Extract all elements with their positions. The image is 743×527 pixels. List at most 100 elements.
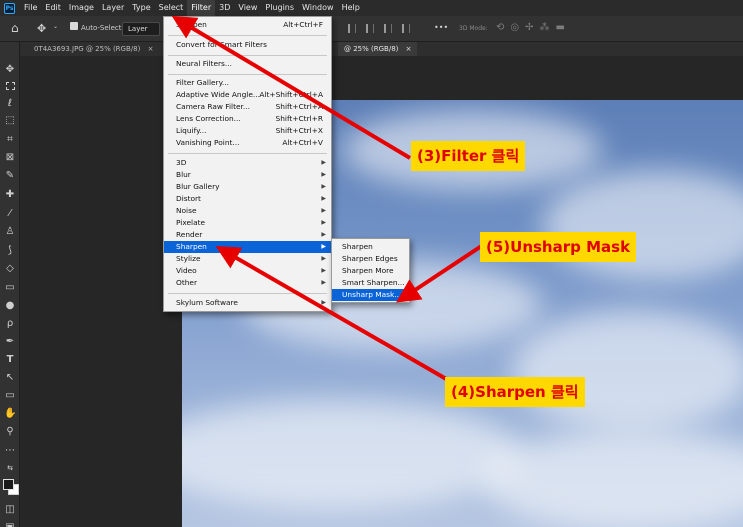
lasso-tool-icon[interactable]: ℓ — [4, 98, 16, 110]
menu-item-camera-raw[interactable]: Camera Raw Filter... Shift+Ctrl+A — [164, 101, 331, 113]
align-center-icon[interactable] — [366, 24, 374, 33]
marquee-tool-icon[interactable] — [6, 82, 15, 90]
quick-mask-icon[interactable]: ◫ — [4, 504, 16, 516]
menu-select[interactable]: Select — [155, 0, 188, 16]
healing-brush-tool-icon[interactable]: ✚ — [4, 189, 16, 201]
submenu-arrow-icon: ▶ — [321, 183, 326, 190]
menu-item-neural-filters[interactable]: Neural Filters... — [164, 58, 331, 70]
menu-item-adaptive-wide-angle[interactable]: Adaptive Wide Angle... Alt+Shift+Ctrl+A — [164, 89, 331, 101]
auto-select-checkbox[interactable] — [70, 22, 78, 30]
menu-edit[interactable]: Edit — [41, 0, 65, 16]
menu-filter[interactable]: Filter — [187, 0, 216, 16]
menu-item-label: Adaptive Wide Angle... — [176, 90, 260, 99]
menu-item-label: Liquify... — [176, 126, 207, 135]
cloud-shape — [182, 400, 522, 510]
menu-item-render[interactable]: Render ▶ — [164, 229, 331, 241]
menu-item-distort[interactable]: Distort ▶ — [164, 193, 331, 205]
tab-document-2[interactable]: @ 25% (RGB/8) × — [338, 42, 418, 56]
menu-item-pixelate[interactable]: Pixelate ▶ — [164, 217, 331, 229]
menu-item-last-filter[interactable]: Sharpen Alt+Ctrl+F — [164, 19, 331, 31]
gradient-tool-icon[interactable]: ▭ — [4, 282, 16, 294]
menu-type[interactable]: Type — [128, 0, 154, 16]
rectangle-tool-icon[interactable]: ▭ — [4, 390, 16, 402]
stamp-tool-icon[interactable]: ♙ — [4, 226, 16, 238]
crop-tool-icon[interactable]: ⌗ — [4, 134, 16, 146]
menu-item-filter-gallery[interactable]: Filter Gallery... — [164, 77, 331, 89]
menu-item-label: Skylum Software — [176, 298, 238, 307]
menu-item-video[interactable]: Video ▶ — [164, 265, 331, 277]
menu-item-lens-correction[interactable]: Lens Correction... Shift+Ctrl+R — [164, 113, 331, 125]
pen-tool-icon[interactable]: ✒ — [4, 336, 16, 348]
menu-layer[interactable]: Layer — [98, 0, 128, 16]
blur-tool-icon[interactable]: ● — [4, 300, 16, 312]
submenu-item-unsharp-mask[interactable]: Unsharp Mask... — [332, 289, 409, 301]
swap-colors-icon[interactable]: ⇆ — [4, 462, 16, 474]
menu-item-liquify[interactable]: Liquify... Shift+Ctrl+X — [164, 125, 331, 137]
eraser-tool-icon[interactable]: ◇ — [4, 263, 16, 275]
distribute-icon[interactable] — [402, 24, 410, 33]
more-options-button[interactable]: ••• — [434, 23, 448, 32]
menu-plugins[interactable]: Plugins — [261, 0, 298, 16]
type-tool-icon[interactable]: T — [4, 354, 16, 366]
menu-view[interactable]: View — [234, 0, 261, 16]
menu-item-label: Camera Raw Filter... — [176, 102, 250, 111]
chevron-down-icon[interactable]: ⌄ — [53, 23, 58, 30]
screen-mode-icon[interactable]: ▣ — [4, 522, 16, 527]
menu-image[interactable]: Image — [65, 0, 98, 16]
submenu-item-sharpen-more[interactable]: Sharpen More — [332, 265, 409, 277]
menu-window[interactable]: Window — [298, 0, 338, 16]
align-right-icon[interactable] — [384, 24, 392, 33]
zoom-tool-icon[interactable]: ⚲ — [4, 426, 16, 438]
menu-item-3d[interactable]: 3D ▶ — [164, 157, 331, 169]
menu-item-sharpen[interactable]: Sharpen ▶ — [164, 241, 331, 253]
dodge-tool-icon[interactable]: ρ — [4, 318, 16, 330]
menu-item-blur-gallery[interactable]: Blur Gallery ▶ — [164, 181, 331, 193]
submenu-item-sharpen[interactable]: Sharpen — [332, 241, 409, 253]
menu-help[interactable]: Help — [338, 0, 364, 16]
menu-item-noise[interactable]: Noise ▶ — [164, 205, 331, 217]
submenu-arrow-icon: ▶ — [321, 255, 326, 262]
menu-item-other[interactable]: Other ▶ — [164, 277, 331, 289]
menu-item-label: Stylize — [176, 254, 201, 263]
tab-document-1[interactable]: 0T4A3693.JPG @ 25% (RGB/8) × — [28, 42, 159, 56]
photoshop-logo-icon[interactable]: Ps — [4, 2, 15, 14]
menu-item-label: Other — [176, 278, 197, 287]
object-select-tool-icon[interactable]: ⬚ — [4, 115, 16, 127]
frame-tool-icon[interactable]: ⊠ — [4, 152, 16, 164]
menu-file[interactable]: File — [20, 0, 41, 16]
more-tools-icon[interactable]: ⋯ — [4, 445, 16, 457]
menu-item-label: Vanishing Point... — [176, 138, 240, 147]
move-tool-icon[interactable]: ✥ — [4, 64, 16, 76]
menu-item-label: Distort — [176, 194, 201, 203]
menu-3d[interactable]: 3D — [215, 0, 234, 16]
3d-mode-icons[interactable]: ⟲◎✢⁂▬ — [496, 22, 571, 33]
close-icon[interactable]: × — [406, 45, 412, 53]
brush-tool-icon[interactable]: ⁄ — [4, 208, 16, 220]
shortcut-label: Shift+Ctrl+R — [275, 114, 323, 123]
hand-tool-icon[interactable]: ✋ — [4, 408, 16, 420]
foreground-color-swatch[interactable] — [3, 479, 14, 490]
align-left-icon[interactable] — [348, 24, 356, 33]
cloud-shape — [482, 430, 743, 527]
menu-item-convert-smart-filters[interactable]: Convert for Smart Filters — [164, 39, 331, 51]
tools-panel: ✥ ℓ ⬚ ⌗ ⊠ ✎ ✚ ⁄ ♙ ⟆ ◇ ▭ ● ρ ✒ T ↖ ▭ ✋ ⚲ … — [0, 42, 20, 527]
menu-item-blur[interactable]: Blur ▶ — [164, 169, 331, 181]
close-icon[interactable]: × — [148, 45, 154, 53]
history-brush-tool-icon[interactable]: ⟆ — [4, 245, 16, 257]
submenu-item-smart-sharpen[interactable]: Smart Sharpen... — [332, 277, 409, 289]
submenu-item-sharpen-edges[interactable]: Sharpen Edges — [332, 253, 409, 265]
sharpen-submenu: Sharpen Sharpen Edges Sharpen More Smart… — [331, 238, 410, 303]
path-select-tool-icon[interactable]: ↖ — [4, 372, 16, 384]
menu-item-stylize[interactable]: Stylize ▶ — [164, 253, 331, 265]
eyedropper-tool-icon[interactable]: ✎ — [4, 170, 16, 182]
filter-menu: Sharpen Alt+Ctrl+F Convert for Smart Fil… — [163, 16, 332, 312]
menu-item-vanishing-point[interactable]: Vanishing Point... Alt+Ctrl+V — [164, 137, 331, 149]
menu-item-skylum[interactable]: Skylum Software ▶ — [164, 297, 331, 309]
submenu-arrow-icon: ▶ — [321, 195, 326, 202]
move-tool-icon[interactable]: ✥ — [37, 22, 46, 35]
home-icon[interactable]: ⌂ — [11, 21, 19, 35]
submenu-arrow-icon: ▶ — [321, 279, 326, 286]
shortcut-label: Shift+Ctrl+X — [275, 126, 323, 135]
layer-select[interactable]: Layer — [122, 22, 160, 36]
auto-select-label: Auto-Select: — [81, 24, 124, 32]
